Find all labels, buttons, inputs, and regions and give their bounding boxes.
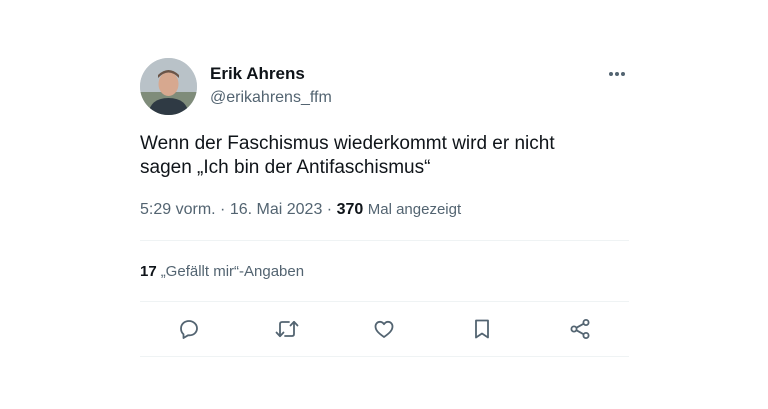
reply-button[interactable] — [172, 312, 206, 346]
avatar-photo — [140, 58, 197, 115]
tweet-date[interactable]: 16. Mai 2023 — [230, 201, 323, 218]
likes-row[interactable]: 17 „Gefällt mir“-Angaben — [140, 241, 629, 301]
share-button[interactable] — [563, 312, 597, 346]
tweet-text-line: sagen „Ich bin der Antifaschismus“ — [140, 157, 431, 178]
views-label: Mal angezeigt — [367, 201, 462, 218]
views-count: 370 — [336, 201, 364, 218]
author-display-name[interactable]: Erik Ahrens — [210, 64, 332, 84]
tweet-meta: 5:29 vorm. · 16. Mai 2023 · 370 Mal ange… — [140, 200, 629, 220]
retweet-icon — [275, 320, 299, 338]
likes-label: „Gefällt mir“-Angaben — [160, 262, 305, 280]
tweet-text-line: Wenn der Faschismus wiederkommt wird er … — [140, 133, 555, 154]
avatar[interactable] — [140, 58, 197, 115]
reply-icon — [179, 320, 198, 339]
more-icon — [609, 72, 625, 76]
author-block: Erik Ahrens @erikahrens_ffm — [210, 64, 332, 108]
tweet-text: Wenn der Faschismus wiederkommt wird er … — [140, 132, 600, 180]
like-button[interactable] — [367, 312, 401, 346]
tweet-card: Erik Ahrens @erikahrens_ffm Wenn der Fas… — [140, 58, 629, 357]
divider — [140, 356, 629, 357]
meta-separator: · — [326, 201, 337, 218]
bookmark-icon — [475, 319, 490, 339]
likes-count: 17 — [140, 262, 157, 280]
tweet-time[interactable]: 5:29 vorm. — [140, 201, 216, 218]
bookmark-button[interactable] — [465, 312, 499, 346]
action-bar — [140, 302, 629, 356]
author-handle[interactable]: @erikahrens_ffm — [210, 88, 332, 108]
heart-icon — [375, 320, 394, 338]
retweet-button[interactable] — [270, 312, 304, 346]
share-icon — [570, 319, 590, 339]
more-options-button[interactable] — [605, 64, 629, 84]
tweet-header: Erik Ahrens @erikahrens_ffm — [140, 58, 629, 116]
meta-separator: · — [220, 201, 230, 218]
